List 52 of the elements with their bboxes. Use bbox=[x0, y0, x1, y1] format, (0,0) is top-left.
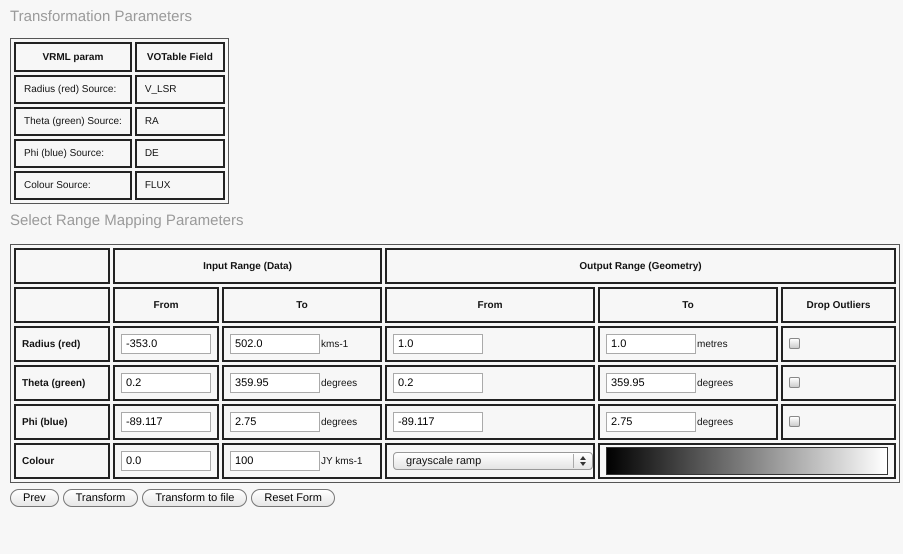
section-title: Select Range Mapping Parameters bbox=[10, 211, 244, 231]
unit-label: degrees bbox=[321, 416, 358, 428]
colour-map-dropdown[interactable]: grayscale ramp bbox=[393, 452, 594, 470]
input-field[interactable]: 359.95 bbox=[230, 373, 320, 393]
column-header: Output Range (Geometry) bbox=[385, 248, 896, 284]
unit-label: degrees bbox=[697, 416, 734, 428]
unit-label: kms-1 bbox=[321, 338, 348, 350]
form-button[interactable]: Transform bbox=[62, 489, 138, 507]
input-field[interactable]: 1.0 bbox=[606, 334, 696, 354]
input-field[interactable]: 2.75 bbox=[606, 412, 696, 432]
table-cell: DE bbox=[134, 139, 225, 168]
form-button[interactable]: Reset Form bbox=[251, 489, 335, 507]
column-header: VRML param bbox=[14, 42, 132, 72]
table-cell: FLUX bbox=[134, 171, 225, 200]
input-field[interactable]: 0.2 bbox=[393, 373, 484, 393]
row-header: Colour bbox=[14, 443, 110, 479]
input-field[interactable]: 2.75 bbox=[230, 412, 320, 432]
column-header: VOTable Field bbox=[134, 42, 225, 72]
unit-label: degrees bbox=[697, 378, 734, 388]
table-cell: Colour Source: bbox=[14, 171, 132, 200]
input-field[interactable]: -89.117 bbox=[121, 412, 211, 432]
row-header: Radius (red) bbox=[14, 326, 110, 362]
table-cell: Phi (blue) Source: bbox=[14, 139, 132, 168]
unit-label: metres bbox=[697, 338, 728, 350]
row-header: Phi (blue) bbox=[14, 404, 110, 440]
input-field[interactable]: 0.2 bbox=[121, 373, 211, 393]
column-header: From bbox=[385, 287, 596, 323]
input-field[interactable]: 0.0 bbox=[121, 451, 211, 471]
table-cell: Theta (green) Source: bbox=[14, 107, 132, 136]
input-field[interactable]: 1.0 bbox=[393, 334, 484, 354]
row-header: Theta (green) bbox=[14, 365, 110, 401]
checkbox[interactable] bbox=[789, 338, 800, 350]
table-cell: V_LSR bbox=[134, 75, 225, 104]
column-header: To bbox=[222, 287, 382, 323]
column-header: Drop Outliers bbox=[781, 287, 896, 323]
unit-label: degrees bbox=[321, 378, 358, 388]
table-cell: Radius (red) Source: bbox=[14, 75, 132, 104]
checkbox[interactable] bbox=[789, 416, 800, 428]
input-field[interactable]: 359.95 bbox=[606, 373, 696, 393]
input-field[interactable]: -353.0 bbox=[121, 334, 211, 354]
checkbox[interactable] bbox=[789, 377, 800, 388]
column-header: To bbox=[598, 287, 778, 323]
column-header: Input Range (Data) bbox=[113, 248, 382, 284]
unit-label: JY kms-1 bbox=[321, 456, 362, 466]
input-field[interactable]: -89.117 bbox=[393, 412, 484, 432]
input-field[interactable]: 502.0 bbox=[230, 334, 320, 354]
table-cell: RA bbox=[134, 107, 225, 136]
form-button[interactable]: Prev bbox=[10, 489, 59, 507]
form-button[interactable]: Transform to file bbox=[142, 489, 248, 507]
column-header: From bbox=[113, 287, 219, 323]
section-title: Transformation Parameters bbox=[10, 7, 194, 27]
input-field[interactable]: 100 bbox=[230, 451, 320, 471]
